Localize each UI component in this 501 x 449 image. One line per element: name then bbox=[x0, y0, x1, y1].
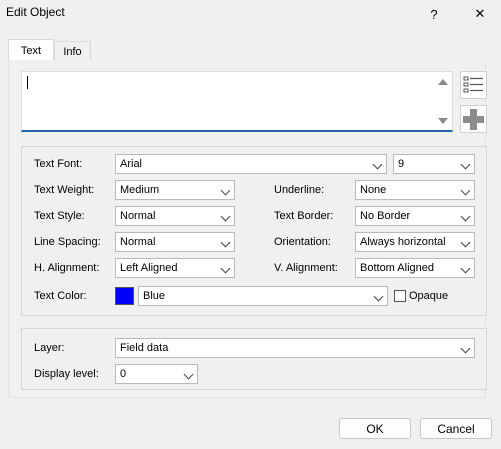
scroll-up-arrow-icon[interactable] bbox=[438, 79, 448, 85]
help-icon: ? bbox=[430, 6, 438, 22]
h-alignment-value: Left Aligned bbox=[120, 262, 178, 274]
chevron-down-icon bbox=[220, 211, 231, 222]
text-color-swatch[interactable] bbox=[115, 287, 134, 305]
font-size-select[interactable]: 9 bbox=[393, 154, 475, 174]
line-spacing-value: Normal bbox=[120, 236, 156, 248]
text-input[interactable] bbox=[21, 71, 453, 132]
cancel-button[interactable]: Cancel bbox=[420, 418, 492, 439]
underline-value: None bbox=[360, 184, 387, 196]
chevron-down-icon bbox=[460, 263, 471, 274]
text-caret bbox=[27, 76, 28, 89]
text-font-label: Text Font: bbox=[34, 158, 83, 170]
list-icon bbox=[463, 76, 483, 93]
tab-info-label: Info bbox=[63, 45, 82, 58]
chevron-down-icon bbox=[220, 237, 231, 248]
chevron-down-icon bbox=[183, 369, 194, 380]
chevron-down-icon bbox=[460, 159, 471, 170]
chevron-down-icon bbox=[460, 185, 471, 196]
text-font-select[interactable]: Arial bbox=[115, 154, 387, 174]
layer-label: Layer: bbox=[34, 342, 65, 354]
text-weight-label: Text Weight: bbox=[34, 184, 95, 196]
list-button[interactable] bbox=[460, 71, 487, 99]
tab-text[interactable]: Text bbox=[8, 39, 54, 61]
scroll-down-arrow-icon[interactable] bbox=[438, 118, 448, 124]
orientation-value: Always horizontal bbox=[360, 236, 446, 248]
opaque-checkbox[interactable] bbox=[394, 290, 406, 302]
text-color-value: Blue bbox=[143, 290, 166, 302]
chevron-down-icon bbox=[460, 237, 471, 248]
cancel-button-label: Cancel bbox=[437, 421, 475, 436]
chevron-down-icon bbox=[460, 211, 471, 222]
text-color-label: Text Color: bbox=[34, 290, 87, 302]
h-alignment-select[interactable]: Left Aligned bbox=[115, 258, 235, 278]
orientation-label: Orientation: bbox=[274, 236, 331, 248]
window-title: Edit Object bbox=[6, 5, 65, 19]
add-icon bbox=[463, 108, 484, 130]
add-button[interactable] bbox=[460, 105, 487, 133]
line-spacing-select[interactable]: Normal bbox=[115, 232, 235, 252]
orientation-select[interactable]: Always horizontal bbox=[355, 232, 475, 252]
text-style-select[interactable]: Normal bbox=[115, 206, 235, 226]
ok-button-label: OK bbox=[366, 421, 384, 436]
text-font-value: Arial bbox=[120, 158, 143, 170]
v-alignment-select[interactable]: Bottom Aligned bbox=[355, 258, 475, 278]
layer-select[interactable]: Field data bbox=[115, 338, 475, 358]
text-border-select[interactable]: No Border bbox=[355, 206, 475, 226]
text-style-label: Text Style: bbox=[34, 210, 85, 222]
chevron-down-icon bbox=[220, 185, 231, 196]
opaque-label: Opaque bbox=[409, 290, 449, 302]
layer-value: Field data bbox=[120, 342, 169, 354]
close-icon: ✕ bbox=[474, 6, 486, 21]
font-size-value: 9 bbox=[398, 158, 405, 170]
chevron-down-icon bbox=[373, 291, 384, 302]
text-border-value: No Border bbox=[360, 210, 411, 222]
display-level-label: Display level: bbox=[34, 368, 99, 380]
h-alignment-label: H. Alignment: bbox=[34, 262, 100, 274]
display-level-value: 0 bbox=[120, 368, 127, 380]
ok-button[interactable]: OK bbox=[339, 418, 411, 439]
v-alignment-label: V. Alignment: bbox=[274, 262, 338, 274]
text-border-label: Text Border: bbox=[274, 210, 334, 222]
text-weight-value: Medium bbox=[120, 184, 160, 196]
underline-select[interactable]: None bbox=[355, 180, 475, 200]
help-button[interactable]: ? bbox=[414, 0, 454, 28]
v-alignment-value: Bottom Aligned bbox=[360, 262, 434, 274]
line-spacing-label: Line Spacing: bbox=[34, 236, 101, 248]
text-style-value: Normal bbox=[120, 210, 156, 222]
tab-info[interactable]: Info bbox=[54, 41, 91, 61]
text-weight-select[interactable]: Medium bbox=[115, 180, 235, 200]
tab-text-label: Text bbox=[20, 44, 42, 57]
chevron-down-icon bbox=[460, 343, 471, 354]
chevron-down-icon bbox=[220, 263, 231, 274]
text-color-select[interactable]: Blue bbox=[138, 286, 388, 306]
chevron-down-icon bbox=[372, 159, 383, 170]
close-button[interactable]: ✕ bbox=[460, 0, 500, 28]
display-level-select[interactable]: 0 bbox=[115, 364, 198, 384]
underline-label: Underline: bbox=[274, 184, 325, 196]
